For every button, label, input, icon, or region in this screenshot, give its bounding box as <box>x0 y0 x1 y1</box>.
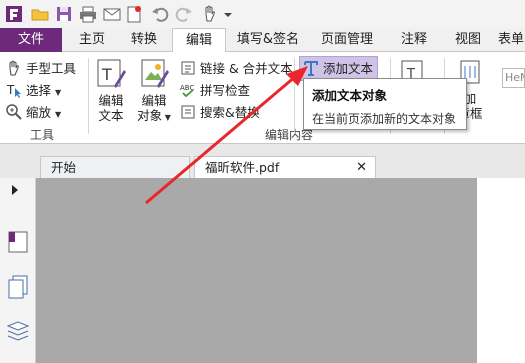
document-tab-bar: 开始 福昕软件.pdf ✕ <box>0 144 525 178</box>
hand-tool-button[interactable]: 手型工具 <box>6 58 76 79</box>
search-replace-label: 搜索&替换 <box>199 105 260 120</box>
ribbon-tab-bar: 文件 主页 转换 编辑 填写&签名 页面管理 注释 视图 表单 <box>0 28 525 53</box>
svg-text:T: T <box>101 65 112 84</box>
print-icon[interactable] <box>78 4 98 24</box>
spell-check-icon: ABC <box>180 82 196 101</box>
edit-object-label-1: 编辑 <box>141 93 167 108</box>
new-document-icon[interactable] <box>124 4 144 24</box>
layers-icon[interactable] <box>6 318 30 345</box>
add-text-tooltip: 添加文本对象 在当前页添加新的文本对象 <box>303 78 467 130</box>
document-page[interactable] <box>477 178 525 363</box>
save-icon[interactable] <box>54 4 74 24</box>
pages-thumbnail-icon[interactable] <box>6 274 30 303</box>
edit-text-icon: T <box>94 58 128 93</box>
email-icon[interactable] <box>102 4 122 24</box>
document-workspace[interactable] <box>36 178 525 363</box>
edit-object-button[interactable]: 编辑 对象 ▼ <box>134 58 174 125</box>
tab-document-label: 福昕软件.pdf <box>205 160 280 175</box>
tab-start-label: 开始 <box>51 160 77 175</box>
chevron-down-icon: ▼ <box>54 88 62 97</box>
zoom-icon <box>6 104 22 123</box>
tab-comment[interactable]: 注释 <box>392 28 436 52</box>
tab-fill-sign[interactable]: 填写&签名 <box>232 28 304 52</box>
group-divider <box>294 58 295 134</box>
edit-object-label-2: 对象 <box>137 108 163 123</box>
add-text-icon <box>303 60 319 79</box>
zoom-button[interactable]: 缩放 ▼ <box>6 102 61 123</box>
hand-icon <box>6 60 22 79</box>
left-sidebar <box>0 178 36 363</box>
edit-text-button[interactable]: T 编辑 文本 <box>94 58 128 123</box>
tab-start[interactable]: 开始 <box>40 156 190 178</box>
font-name-box[interactable]: HeM <box>502 68 525 88</box>
redo-icon[interactable] <box>174 4 194 24</box>
svg-text:T: T <box>6 83 15 97</box>
edit-text-label-1: 编辑 <box>98 93 124 108</box>
app-logo-icon[interactable] <box>4 4 24 24</box>
group-divider <box>88 58 89 134</box>
quick-access-toolbar <box>0 0 525 28</box>
zoom-label: 缩放 <box>25 105 51 120</box>
customize-dropdown-icon[interactable] <box>222 4 234 24</box>
spell-check-label: 拼写检查 <box>199 83 250 98</box>
link-merge-label: 链接 & 合并文本 <box>199 61 293 76</box>
tab-edit[interactable]: 编辑 <box>172 28 226 53</box>
select-button[interactable]: T 选择 ▼ <box>6 80 61 101</box>
close-icon[interactable]: ✕ <box>356 157 367 179</box>
open-folder-icon[interactable] <box>30 4 50 24</box>
hand-tool-icon[interactable] <box>200 4 220 24</box>
bookmark-icon[interactable] <box>6 230 30 257</box>
tools-group-label: 工具 <box>30 128 55 142</box>
chevron-down-icon: ▼ <box>162 113 171 122</box>
tab-form[interactable]: 表单 <box>498 28 525 52</box>
edit-text-label-2: 文本 <box>98 108 124 123</box>
tooltip-description: 在当前页添加新的文本对象 <box>312 112 457 126</box>
tab-convert[interactable]: 转换 <box>122 28 166 52</box>
chevron-down-icon: ▼ <box>54 110 62 119</box>
link-icon <box>180 60 196 79</box>
hand-tool-label: 手型工具 <box>25 61 76 76</box>
select-text-icon: T <box>6 82 22 101</box>
tab-page-management[interactable]: 页面管理 <box>314 28 380 52</box>
spell-check-button[interactable]: ABC 拼写检查 <box>180 80 250 101</box>
tab-document[interactable]: 福昕软件.pdf ✕ <box>194 156 376 178</box>
search-replace-button[interactable]: 搜索&替换 <box>180 102 260 123</box>
tab-home[interactable]: 主页 <box>70 28 114 52</box>
tooltip-title: 添加文本对象 <box>312 88 388 103</box>
add-text-label: 添加文本 <box>322 61 373 76</box>
undo-icon[interactable] <box>150 4 170 24</box>
tab-view[interactable]: 视图 <box>446 28 490 52</box>
select-label: 选择 <box>25 83 51 98</box>
search-replace-icon <box>180 104 196 123</box>
edit-object-icon <box>134 58 174 93</box>
expand-panel-icon[interactable] <box>10 184 20 199</box>
link-merge-text-button[interactable]: 链接 & 合并文本 <box>180 58 293 79</box>
tab-file[interactable]: 文件 <box>0 28 62 52</box>
